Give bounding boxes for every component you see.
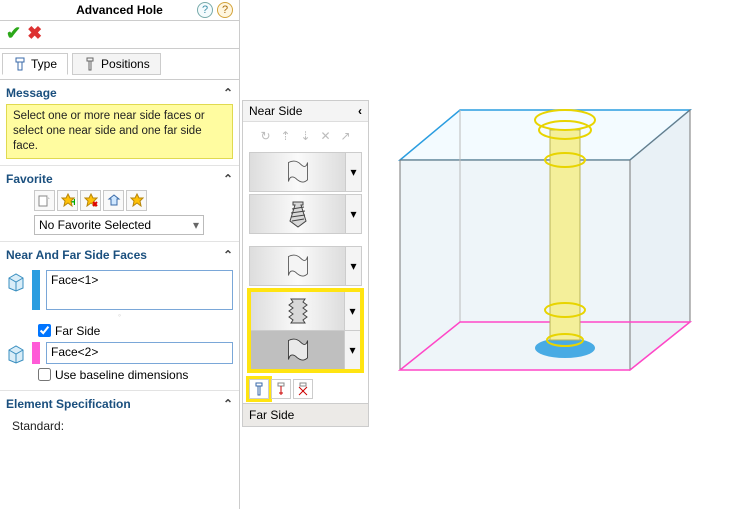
svg-text:+: + xyxy=(71,195,75,207)
far-tool-1[interactable] xyxy=(249,379,269,399)
far-side-label: Far Side xyxy=(249,408,294,422)
far-tool-3[interactable] xyxy=(293,379,313,399)
baseline-label: Use baseline dimensions xyxy=(55,368,188,382)
tab-type-label: Type xyxy=(31,57,57,71)
element-near-2[interactable]: ▾ xyxy=(249,194,362,234)
favorite-remove-icon[interactable] xyxy=(80,190,101,211)
chevron-up-icon: ⌃ xyxy=(223,248,233,262)
element-mid-1[interactable]: ▾ xyxy=(249,246,362,286)
delete-element-icon[interactable]: ✕ xyxy=(319,128,333,144)
expand-icon[interactable]: ↗ xyxy=(339,128,353,144)
near-side-header[interactable]: Near Side ‹ xyxy=(243,101,368,122)
favorite-select-value: No Favorite Selected xyxy=(39,218,151,232)
chevron-up-icon: ⌃ xyxy=(223,397,233,411)
chevron-down-icon[interactable]: ▾ xyxy=(345,195,361,233)
section-faces-title: Near And Far Side Faces xyxy=(6,248,147,262)
section-elemspec-header[interactable]: Element Specification ⌃ xyxy=(6,395,233,415)
context-help-icon[interactable]: ? xyxy=(217,2,233,18)
far-toolbar xyxy=(243,375,368,403)
chevron-up-icon: ⌃ xyxy=(223,172,233,186)
cancel-button[interactable]: ✖ xyxy=(27,23,42,44)
far-side-checkbox[interactable] xyxy=(38,324,51,337)
insert-below-icon[interactable]: ⇣ xyxy=(299,128,313,144)
near-face-color xyxy=(32,270,40,310)
section-favorite-header[interactable]: Favorite ⌃ xyxy=(6,170,233,190)
element-mid-2[interactable]: ▾ xyxy=(251,292,360,331)
far-face-cube-icon xyxy=(6,344,26,364)
chevron-left-icon: ‹ xyxy=(358,104,362,118)
near-face-value: Face<1> xyxy=(51,273,98,287)
chevron-down-icon[interactable]: ▾ xyxy=(344,292,360,330)
far-face-color xyxy=(32,342,40,364)
tab-positions[interactable]: Positions xyxy=(72,53,161,75)
resize-grip-icon[interactable]: ◦ xyxy=(6,310,233,320)
hole-stack-panel: Near Side ‹ ↻ ⇡ ⇣ ✕ ↗ ▾ ▾ ▾ ▾ ▾ Fa xyxy=(242,100,369,427)
section-message-header[interactable]: Message ⌃ xyxy=(6,84,233,104)
favorite-add-icon[interactable]: + xyxy=(57,190,78,211)
favorite-save-icon[interactable] xyxy=(103,190,124,211)
help-icon[interactable]: ? xyxy=(197,2,213,18)
tab-type[interactable]: Type xyxy=(2,53,68,75)
section-elemspec-title: Element Specification xyxy=(6,397,131,411)
tab-positions-label: Positions xyxy=(101,57,150,71)
section-favorite-title: Favorite xyxy=(6,172,53,186)
accept-button[interactable]: ✔ xyxy=(6,23,21,44)
type-tab-icon xyxy=(13,57,27,71)
near-face-input[interactable]: Face<1> xyxy=(46,270,233,310)
far-side-header[interactable]: Far Side xyxy=(243,403,368,426)
element-near-1[interactable]: ▾ xyxy=(249,152,362,192)
section-faces-header[interactable]: Near And Far Side Faces ⌃ xyxy=(6,246,233,266)
chevron-up-icon: ⌃ xyxy=(223,86,233,100)
baseline-checkbox[interactable] xyxy=(38,368,51,381)
message-text: Select one or more near side faces or se… xyxy=(6,104,233,159)
section-message-title: Message xyxy=(6,86,57,100)
highlighted-element-group: ▾ ▾ xyxy=(247,288,364,373)
insert-above-icon[interactable]: ⇡ xyxy=(279,128,293,144)
flip-down-icon[interactable]: ↻ xyxy=(259,128,273,144)
far-face-value: Face<2> xyxy=(51,345,98,359)
stack-toolbar: ↻ ⇡ ⇣ ✕ ↗ xyxy=(243,122,368,150)
standard-label: Standard: xyxy=(6,415,233,437)
far-tool-2[interactable] xyxy=(271,379,291,399)
panel-title: Advanced Hole xyxy=(76,3,163,17)
positions-tab-icon xyxy=(83,57,97,71)
chevron-down-icon[interactable]: ▾ xyxy=(345,153,361,191)
near-face-cube-icon xyxy=(6,272,26,292)
far-face-input[interactable]: Face<2> xyxy=(46,342,233,364)
favorite-apply-icon[interactable] xyxy=(34,190,55,211)
favorite-load-icon[interactable] xyxy=(126,190,147,211)
chevron-down-icon[interactable]: ▾ xyxy=(345,247,361,285)
favorite-select[interactable]: No Favorite Selected xyxy=(34,215,204,235)
chevron-down-icon[interactable]: ▾ xyxy=(344,331,360,369)
element-mid-3-selected[interactable]: ▾ xyxy=(251,331,360,369)
far-side-label: Far Side xyxy=(55,324,100,338)
3d-viewport[interactable] xyxy=(380,100,730,400)
near-side-label: Near Side xyxy=(249,104,302,118)
